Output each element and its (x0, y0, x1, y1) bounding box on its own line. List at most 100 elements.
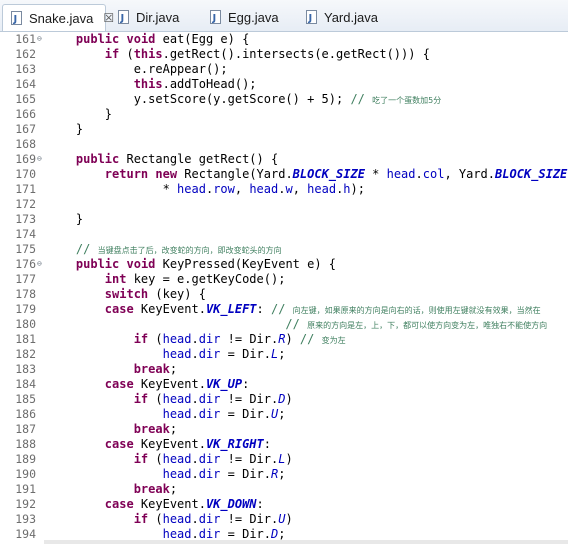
code-token: ; (278, 407, 286, 421)
code-token: , (292, 182, 308, 196)
horizontal-scrollbar[interactable] (44, 540, 568, 544)
code-token: ; (169, 482, 178, 496)
code-text: int key = e.getKeyCode(); (47, 272, 286, 287)
code-token: head (162, 512, 192, 526)
code-line[interactable]: 169 ⊖ public Rectangle getRect() { (0, 152, 568, 167)
code-text: if (this.getRect().intersects(e.getRect(… (47, 47, 430, 62)
code-line[interactable]: 175 // 当键盘点击了后，改变蛇的方向，即改变蛇头的方向 (0, 242, 568, 257)
code-line[interactable]: 190 head.dir = Dir.R; (0, 467, 568, 482)
code-token: // (299, 332, 322, 346)
code-token: if (133, 392, 149, 406)
code-token: != Dir. (220, 452, 279, 466)
code-token: ; (278, 347, 286, 361)
code-line[interactable]: 174 (0, 227, 568, 242)
code-line[interactable]: 173 } (0, 212, 568, 227)
code-token: 吃了一个蛋数加5分 (372, 96, 442, 105)
code-line[interactable]: 177 int key = e.getKeyCode(); (0, 272, 568, 287)
code-line[interactable]: 164 this.addToHead(); (0, 77, 568, 92)
code-token: head (249, 182, 279, 196)
tab-egg-java[interactable]: J Egg.java (202, 4, 294, 30)
code-line[interactable]: 188 case KeyEvent.VK_RIGHT: (0, 437, 568, 452)
line-number: 181 (15, 332, 36, 346)
code-token: head (162, 347, 192, 361)
code-token: switch (104, 287, 149, 301)
code-line[interactable]: 185 if (head.dir != Dir.D) (0, 392, 568, 407)
code-token: dir (198, 407, 221, 421)
code-line[interactable]: 184 case KeyEvent.VK_UP: (0, 377, 568, 392)
code-line[interactable]: 179 case KeyEvent.VK_LEFT: // 向左键，如果原来的方… (0, 302, 568, 317)
fold-toggle-icon[interactable]: ⊖ (37, 35, 44, 43)
code-token: new (155, 167, 178, 181)
code-token: h (343, 182, 351, 196)
code-line[interactable]: 181 if (head.dir != Dir.R) // 变为左 (0, 332, 568, 347)
code-text: public void eat(Egg e) { (47, 32, 249, 47)
line-number: 173 (15, 212, 36, 226)
code-line[interactable]: 180 // 原来的方向是左，上，下，都可以使方向变为左，唯独右不能使方向 (0, 317, 568, 332)
code-line[interactable]: 187 break; (0, 422, 568, 437)
code-line[interactable]: 163 e.reAppear(); (0, 62, 568, 77)
code-text: head.dir = Dir.L; (47, 347, 286, 362)
code-line[interactable]: 189 if (head.dir != Dir.L) (0, 452, 568, 467)
tab-yard-java[interactable]: J Yard.java (298, 4, 394, 30)
code-token: , (234, 182, 250, 196)
code-token: void (126, 257, 156, 271)
code-line[interactable]: 167 } (0, 122, 568, 137)
code-token: case (104, 377, 134, 391)
code-token: .addToHead(); (162, 77, 257, 91)
code-line[interactable]: 193 if (head.dir != Dir.U) (0, 512, 568, 527)
code-token: head (162, 527, 192, 541)
code-line[interactable]: 192 case KeyEvent.VK_DOWN: (0, 497, 568, 512)
code-line[interactable]: 165 y.setScore(y.getScore() + 5); // 吃了一… (0, 92, 568, 107)
code-line[interactable]: 176 ⊖ public void KeyPressed(KeyEvent e) … (0, 257, 568, 272)
code-text: return new Rectangle(Yard.BLOCK_SIZE * h… (47, 167, 567, 182)
code-token: break (133, 422, 170, 436)
code-line[interactable]: 191 break; (0, 482, 568, 497)
code-line[interactable]: 170 return new Rectangle(Yard.BLOCK_SIZE… (0, 167, 568, 182)
svg-text:J: J (212, 13, 217, 24)
tab-dir-java[interactable]: J Dir.java (110, 4, 200, 30)
code-line[interactable]: 166 } (0, 107, 568, 122)
code-token: * (364, 167, 387, 181)
line-number: 185 (15, 392, 36, 406)
code-line[interactable]: 178 switch (key) { (0, 287, 568, 302)
fold-toggle-icon[interactable]: ⊖ (37, 155, 44, 163)
code-line[interactable]: 186 head.dir = Dir.U; (0, 407, 568, 422)
line-number: 177 (15, 272, 36, 286)
code-line[interactable]: 182 head.dir = Dir.L; (0, 347, 568, 362)
code-token: Rectangle getRect() { (119, 152, 279, 166)
line-number: 175 (15, 242, 36, 256)
code-text: this.addToHead(); (47, 77, 257, 92)
code-text: e.reAppear(); (47, 62, 228, 77)
tab-snake-java[interactable]: J Snake.java ☒ (2, 4, 114, 31)
code-text: case KeyEvent.VK_RIGHT: (47, 437, 271, 452)
code-token: ); (350, 182, 365, 196)
code-token: case (104, 302, 134, 316)
line-number: 176 (15, 257, 36, 271)
fold-toggle-icon[interactable]: ⊖ (37, 260, 44, 268)
code-line[interactable]: 172 (0, 197, 568, 212)
code-line[interactable]: 183 break; (0, 362, 568, 377)
code-line[interactable]: 171 * head.row, head.w, head.h); (0, 182, 568, 197)
code-token: != Dir. (220, 332, 279, 346)
code-line[interactable]: 168 (0, 137, 568, 152)
code-text: y.setScore(y.getScore() + 5); // 吃了一个蛋数加… (47, 92, 442, 108)
code-line[interactable]: 161 ⊖ public void eat(Egg e) { (0, 32, 568, 47)
code-token: case (104, 437, 134, 451)
code-line[interactable]: 162 if (this.getRect().intersects(e.getR… (0, 47, 568, 62)
code-token: != Dir. (220, 512, 279, 526)
code-editor[interactable]: 161 ⊖ public void eat(Egg e) {162 if (thi… (0, 32, 568, 544)
editor-tab-bar: J Snake.java ☒ J Dir.java J Egg.java J Y… (0, 0, 568, 32)
